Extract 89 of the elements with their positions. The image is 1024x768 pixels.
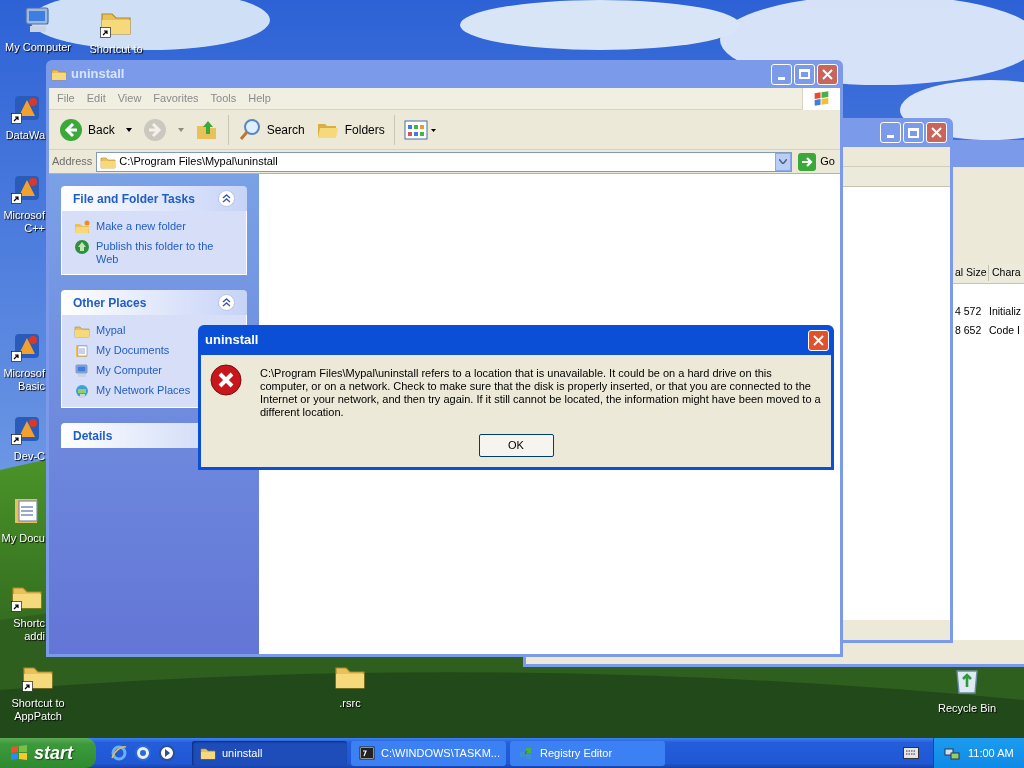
shortcut-arrow-icon	[11, 193, 22, 204]
shortcut-arrow-icon	[11, 351, 22, 362]
menu-item[interactable]: Favorites	[149, 90, 203, 107]
column-header[interactable]: Chara	[992, 265, 1021, 281]
desktop-icon-label[interactable]: My Docu	[1, 532, 45, 545]
menu-item[interactable]: View	[113, 90, 146, 107]
network-icon[interactable]	[944, 745, 960, 761]
folders-button[interactable]: Folders	[311, 114, 389, 145]
menu-item[interactable]: Help	[244, 90, 275, 107]
address-field[interactable]: C:\Program Files\Mypal\uninstall	[96, 151, 793, 172]
folder-new-icon	[74, 219, 90, 235]
desktop-icon-label[interactable]: Basic	[18, 380, 45, 393]
menu-item[interactable]: Edit	[82, 90, 110, 107]
globe-icon	[74, 239, 90, 255]
documents-icon	[74, 343, 90, 359]
window-title: uninstall	[71, 65, 125, 84]
minimize-button[interactable]	[771, 63, 792, 85]
table-cell-text: 4 572	[955, 304, 983, 319]
taskbar-button[interactable]: uninstall	[192, 740, 347, 766]
shortcut-arrow-icon	[100, 27, 111, 38]
dialog-title: uninstall	[205, 331, 259, 350]
folder-icon	[200, 745, 216, 761]
folder-icon	[51, 66, 67, 82]
keyboard-icon[interactable]	[903, 747, 919, 759]
desktop-icon-label[interactable]: Microsof	[3, 367, 45, 380]
taskbar-button[interactable]: Registry Editor	[510, 740, 665, 766]
error-message: C:\Program Files\Mypal\uninstall refers to a location that is unavailable. It could be on a hard drive on this computer, or on a network. Check to make sure that the disk is properly inserted, or that you are connected to the Internet or your network, and then try again. If it still cannot be located, the information might have been moved to a different location.	[260, 366, 822, 419]
task-link[interactable]: Publish this folder to the Web	[96, 239, 234, 266]
minimize-button[interactable]	[880, 122, 901, 143]
task-link[interactable]: My Network Places	[96, 383, 191, 397]
go-button[interactable]: Go	[796, 152, 837, 171]
collapse-icon[interactable]	[218, 294, 235, 311]
shortcut-arrow-icon	[11, 434, 22, 445]
maximize-button[interactable]	[794, 63, 815, 85]
ok-button[interactable]: OK	[478, 433, 554, 457]
maximize-button[interactable]	[903, 122, 924, 143]
arrow-right-icon	[798, 152, 817, 171]
folder-icon	[74, 323, 90, 339]
task-link[interactable]: Make a new folder	[96, 219, 186, 233]
browser-icon[interactable]	[110, 744, 128, 762]
chevron-down-icon	[779, 159, 788, 164]
search-button[interactable]: Search	[233, 114, 309, 145]
desktop-icon-label[interactable]: My Computer	[5, 41, 71, 54]
windows-flag-icon	[9, 743, 29, 763]
desktop-icon-label[interactable]: Microsof	[3, 209, 45, 222]
shortcut-arrow-icon	[11, 113, 22, 124]
desktop-icon-label[interactable]: addi	[24, 630, 45, 643]
close-icon	[822, 68, 833, 80]
close-icon	[813, 334, 824, 346]
desktop-icon-label[interactable]: C++	[24, 222, 45, 235]
media-player-icon[interactable]	[158, 744, 176, 762]
network-icon	[74, 383, 90, 399]
desktop-icon-label[interactable]: Shortc	[13, 617, 45, 630]
menu-item[interactable]: File	[53, 90, 79, 107]
desktop-icon-label[interactable]: Dev-C	[13, 450, 45, 463]
table-cell-text: 8 652	[955, 322, 983, 338]
back-button[interactable]: Back	[55, 114, 136, 145]
registry-icon	[518, 745, 534, 761]
table-cell-text: Code I	[989, 322, 1020, 338]
table-cell-text: Initializ	[989, 304, 1022, 319]
panel-header[interactable]: File and Folder Tasks	[61, 186, 247, 211]
close-icon	[931, 127, 942, 138]
menu-item[interactable]: Tools	[206, 90, 241, 107]
shortcut-arrow-icon	[22, 681, 33, 692]
collapse-icon[interactable]	[218, 190, 235, 207]
views-icon	[403, 118, 438, 141]
panel-header[interactable]: Other Places	[61, 290, 247, 315]
task-link[interactable]: My Documents	[96, 343, 170, 357]
console-icon	[359, 745, 375, 761]
search-icon	[237, 117, 262, 142]
task-link[interactable]: Mypal	[96, 323, 126, 337]
close-button[interactable]	[817, 63, 838, 85]
computer-icon	[74, 363, 90, 379]
task-link[interactable]: My Computer	[96, 363, 163, 377]
desktop-icon-label[interactable]: .rsrc	[339, 697, 361, 710]
error-icon	[210, 364, 242, 396]
shortcut-arrow-icon	[11, 601, 22, 612]
desktop-icon-label[interactable]: Shortcut to	[11, 697, 65, 710]
address-label: Address	[52, 154, 93, 170]
start-button[interactable]: start	[0, 738, 96, 768]
taskbar-button[interactable]: C:\WINDOWS\TASKM...	[351, 740, 506, 766]
clock: 11:00 AM	[968, 745, 1014, 761]
dropdown-button[interactable]	[775, 152, 792, 171]
desktop-icon-label[interactable]: Recycle Bin	[937, 702, 997, 715]
close-button[interactable]	[808, 329, 829, 351]
desktop-icon-label[interactable]: DataWa	[5, 129, 45, 142]
close-button[interactable]	[926, 122, 947, 143]
column-header[interactable]: al Size	[955, 265, 989, 281]
desktop-icon-label[interactable]: AppPatch	[14, 710, 62, 723]
